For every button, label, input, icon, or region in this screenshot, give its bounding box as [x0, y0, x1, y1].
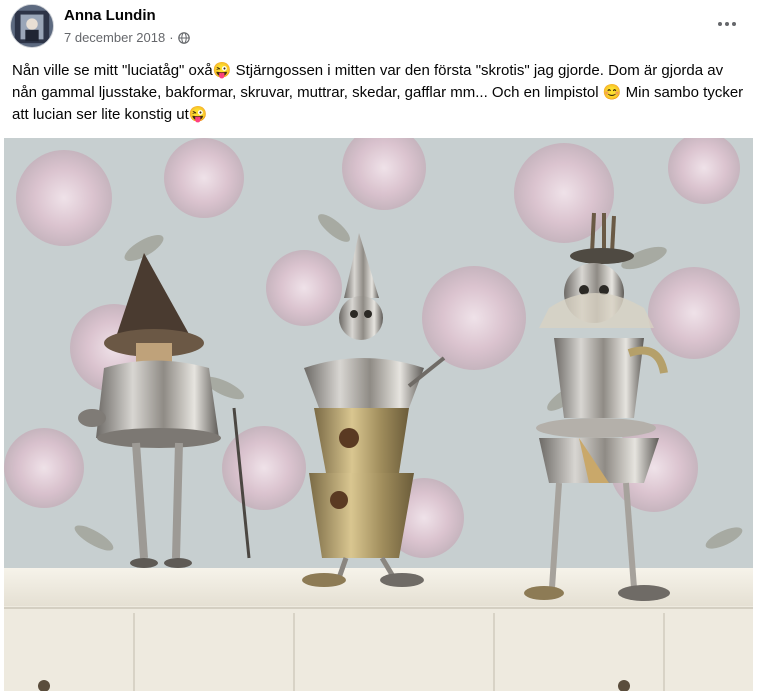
photo-figurines [4, 138, 753, 691]
avatar-image [11, 5, 53, 47]
meta-separator: · [169, 30, 174, 45]
avatar[interactable] [10, 4, 54, 48]
post-photo[interactable] [4, 138, 753, 691]
post-meta: 7 december 2018 · [64, 30, 190, 45]
post-text: Nån ville se mitt "luciatåg" oxå😜 Stjärn… [12, 62, 748, 123]
globe-icon[interactable] [177, 31, 190, 44]
author-name[interactable]: Anna Lundin [64, 7, 156, 24]
more-options-icon[interactable] [709, 10, 745, 38]
post-date[interactable]: 7 december 2018 [64, 30, 165, 45]
facebook-post: Anna Lundin 7 december 2018 · Nån ville … [0, 0, 757, 691]
post-header: Anna Lundin 7 december 2018 · [0, 0, 757, 54]
